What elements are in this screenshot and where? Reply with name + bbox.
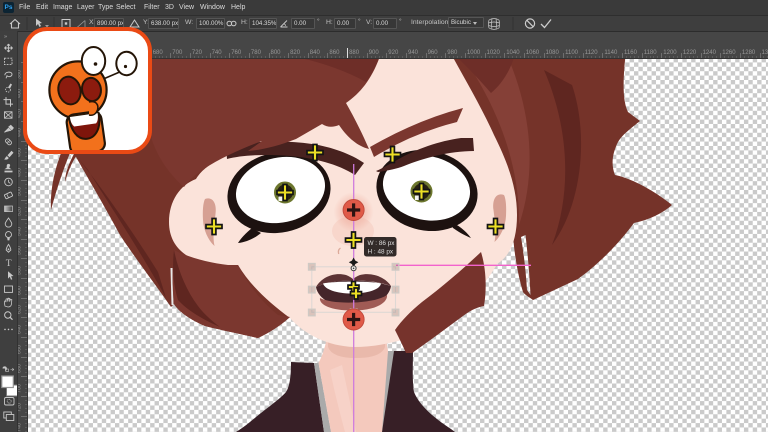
svg-text:T: T <box>6 259 12 269</box>
svg-text:»: » <box>4 34 7 40</box>
svg-text:H : 48 px: H : 48 px <box>368 249 394 256</box>
svg-text:W : 86 px: W : 86 px <box>368 240 396 247</box>
